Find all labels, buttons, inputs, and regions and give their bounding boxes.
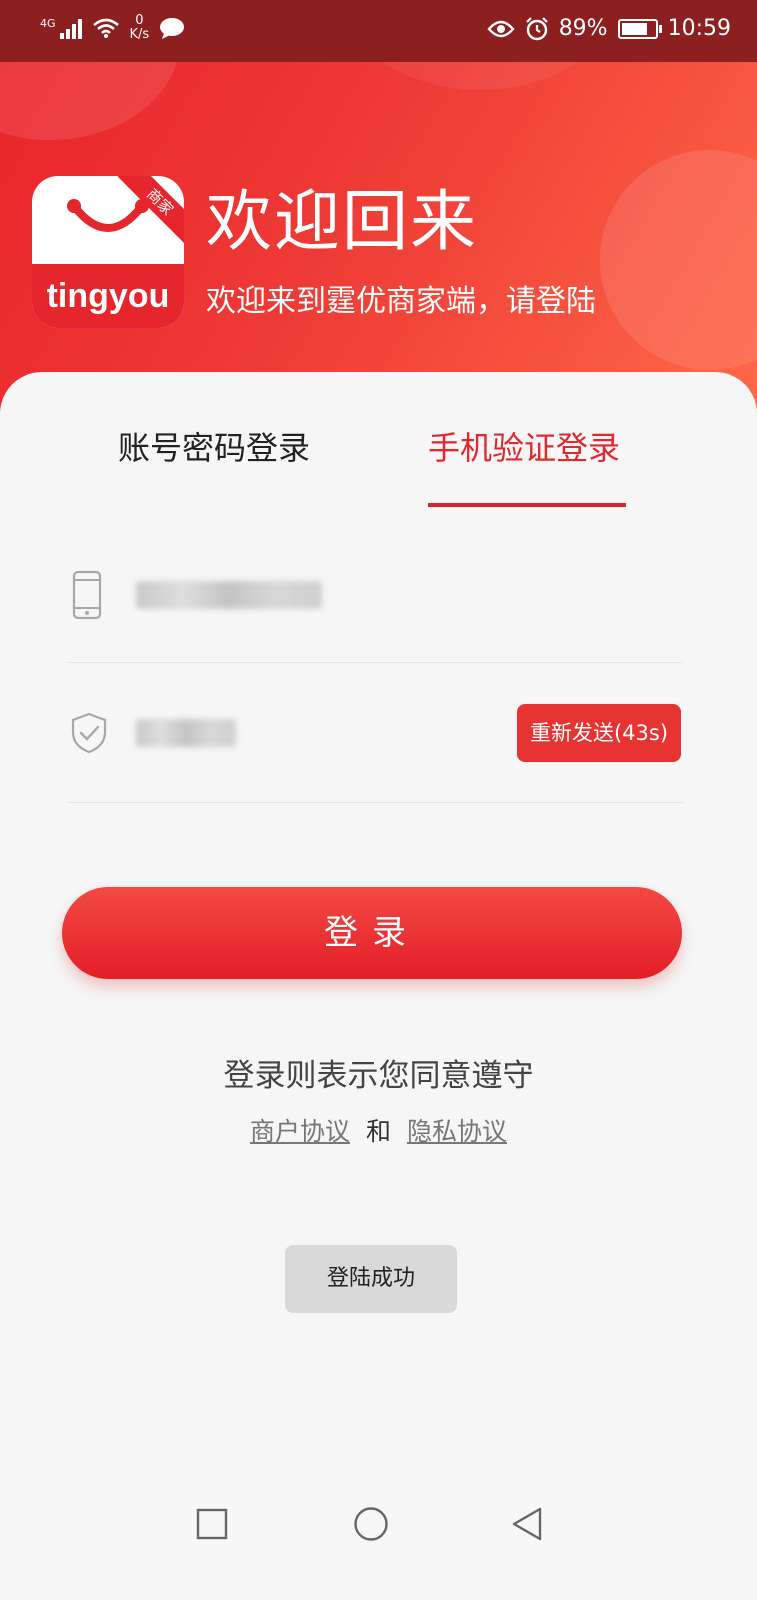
wifi-icon bbox=[92, 18, 119, 38]
phone-field-divider bbox=[67, 662, 683, 663]
tab-phone-verification[interactable]: 手机验证登录 bbox=[428, 420, 620, 476]
page-subtitle: 欢迎来到霆优商家端，请登陆 bbox=[206, 284, 596, 319]
network-speed: 0 K/s bbox=[130, 14, 150, 42]
resend-code-button[interactable]: 重新发送(43s) bbox=[517, 704, 681, 762]
eye-icon bbox=[487, 20, 515, 37]
system-nav-bar bbox=[0, 1480, 757, 1600]
agreement-text: 登录则表示您同意遵守 bbox=[223, 1058, 534, 1094]
network-type: 4G bbox=[40, 17, 56, 30]
clock-time: 10:59 bbox=[667, 16, 731, 41]
phone-number-input[interactable] bbox=[136, 581, 322, 609]
status-bar: 4G 0 K/s 89% 10:59 bbox=[0, 0, 757, 62]
merchant-agreement-link[interactable]: 商户协议 bbox=[250, 1117, 350, 1146]
shield-check-icon bbox=[71, 712, 107, 754]
square-recents-icon[interactable] bbox=[196, 1508, 228, 1540]
privacy-agreement-link[interactable]: 隐私协议 bbox=[407, 1117, 507, 1146]
circle-home-icon[interactable] bbox=[353, 1506, 389, 1542]
cell-signal-icon: 4G bbox=[40, 17, 82, 39]
app-logo: 商家 tingyou bbox=[32, 176, 184, 328]
battery-icon bbox=[617, 18, 662, 39]
login-success-toast: 登陆成功 bbox=[285, 1245, 457, 1313]
phone-icon bbox=[72, 570, 102, 620]
alarm-icon bbox=[525, 16, 548, 40]
app-logo-text: tingyou bbox=[46, 277, 170, 315]
page-title: 欢迎回来 bbox=[206, 183, 478, 260]
battery-percent: 89% bbox=[558, 16, 608, 41]
verification-code-input[interactable] bbox=[136, 719, 236, 747]
speed-unit: K/s bbox=[129, 27, 150, 42]
agreement-links: 商户协议 和 隐私协议 bbox=[0, 1112, 757, 1152]
agreement-and: 和 bbox=[365, 1117, 391, 1146]
battery-fill bbox=[621, 22, 647, 35]
code-field-divider bbox=[67, 802, 683, 803]
decor-bubble bbox=[600, 150, 757, 370]
login-button[interactable]: 登录 bbox=[62, 887, 682, 979]
tab-account-password[interactable]: 账号密码登录 bbox=[118, 420, 310, 476]
message-icon bbox=[160, 18, 185, 39]
triangle-back-icon[interactable] bbox=[510, 1506, 544, 1542]
active-tab-indicator bbox=[428, 503, 626, 507]
speed-value: 0 bbox=[135, 13, 144, 28]
